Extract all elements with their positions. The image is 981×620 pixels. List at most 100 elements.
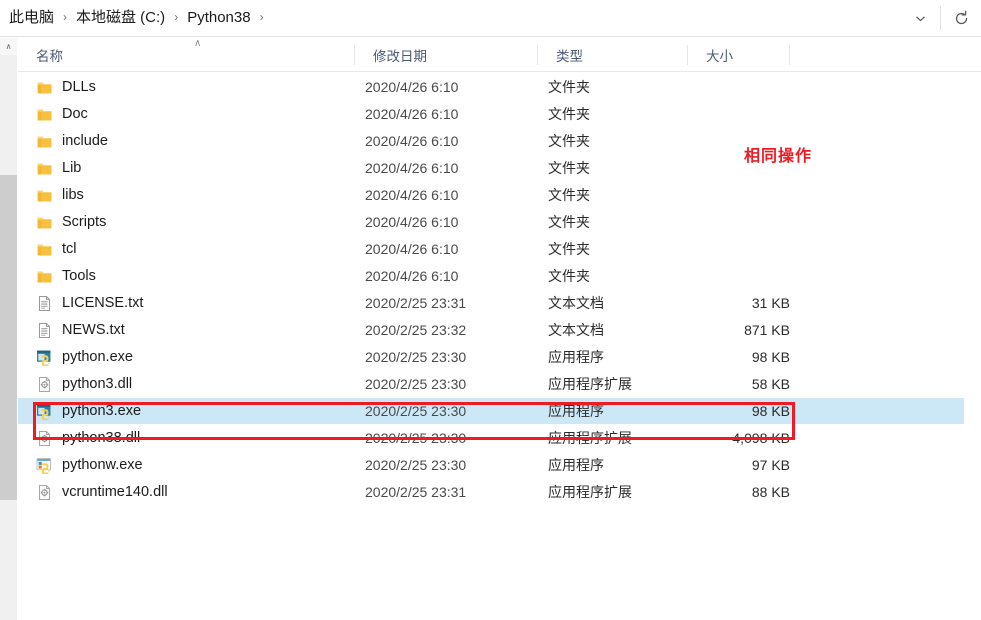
breadcrumb[interactable]: 此电脑 › 本地磁盘 (C:) › Python38 › xyxy=(0,0,900,36)
file-date-cell: 2020/2/25 23:31 xyxy=(365,484,467,500)
table-row[interactable]: DLLs 2020/4/26 6:10 文件夹 xyxy=(18,74,964,100)
file-name-cell[interactable]: Tools xyxy=(36,263,96,289)
refresh-icon[interactable] xyxy=(941,0,981,36)
table-row[interactable]: python38.dll 2020/2/25 23:30 应用程序扩展 4,098 K… xyxy=(18,425,964,451)
table-row[interactable]: Lib 2020/4/26 6:10 文件夹 xyxy=(18,155,964,181)
breadcrumb-separator-icon: › xyxy=(259,10,264,24)
file-name-cell[interactable]: vcruntime140.dll xyxy=(36,479,168,505)
python-exe-icon xyxy=(36,349,53,366)
file-type-cell: 应用程序 xyxy=(548,349,604,365)
file-list[interactable]: DLLs 2020/4/26 6:10 文件夹 Doc 2020/4/26 6:10 文件… xyxy=(18,73,981,620)
file-date-cell: 2020/2/25 23:30 xyxy=(365,376,467,392)
file-type-cell: 应用程序 xyxy=(548,457,604,473)
file-name-label: Lib xyxy=(62,160,82,176)
column-header-type[interactable]: 类型 xyxy=(538,38,688,72)
file-name-label: tcl xyxy=(62,241,77,257)
table-row[interactable]: python3.dll 2020/2/25 23:30 应用程序扩展 58 KB xyxy=(18,371,964,397)
table-row[interactable]: tcl 2020/4/26 6:10 文件夹 xyxy=(18,236,964,262)
file-name-label: Tools xyxy=(62,268,96,284)
file-size-cell: 88 KB xyxy=(751,484,790,500)
table-row[interactable]: libs 2020/4/26 6:10 文件夹 xyxy=(18,182,964,208)
file-name-cell[interactable]: Doc xyxy=(36,101,88,127)
folder-icon xyxy=(36,268,53,285)
breadcrumb-separator-icon: › xyxy=(174,10,179,24)
file-name-cell[interactable]: python3.exe xyxy=(36,398,141,424)
breadcrumb-item-python38[interactable]: Python38 xyxy=(182,6,255,30)
file-date-cell: 2020/4/26 6:10 xyxy=(365,106,459,122)
chevron-down-icon[interactable] xyxy=(900,0,940,36)
annotation-note-same-operation: 相同操作 xyxy=(744,148,813,165)
column-header-size[interactable]: 大小 xyxy=(688,38,790,72)
file-name-cell[interactable]: python38.dll xyxy=(36,425,140,451)
table-row[interactable]: Scripts 2020/4/26 6:10 文件夹 xyxy=(18,209,964,235)
file-name-cell[interactable]: pythonw.exe xyxy=(36,452,143,478)
vertical-scrollbar[interactable]: ∧ xyxy=(0,38,17,620)
column-divider[interactable] xyxy=(789,45,790,65)
file-name-cell[interactable]: tcl xyxy=(36,236,77,262)
scrollbar-thumb[interactable] xyxy=(0,175,17,500)
file-size-cell: 97 KB xyxy=(751,457,790,473)
file-name-label: pythonw.exe xyxy=(62,457,143,473)
file-name-cell[interactable]: libs xyxy=(36,182,84,208)
file-explorer-window: 此电脑 › 本地磁盘 (C:) › Python38 › ∧ 名称 ∧ 修改日期… xyxy=(0,0,981,620)
pythonw-exe-icon xyxy=(36,457,53,474)
folder-icon xyxy=(36,106,53,123)
file-type-cell: 文本文档 xyxy=(548,322,604,338)
file-date-cell: 2020/4/26 6:10 xyxy=(365,160,459,176)
file-type-cell: 文件夹 xyxy=(548,106,590,122)
dll-file-icon xyxy=(36,376,53,393)
file-size-cell: 98 KB xyxy=(751,403,790,419)
scrollbar-up-arrow-icon[interactable]: ∧ xyxy=(0,38,17,55)
file-size-cell xyxy=(678,209,790,235)
table-row[interactable]: include 2020/4/26 6:10 文件夹 xyxy=(18,128,964,154)
file-type-cell: 文件夹 xyxy=(548,214,590,230)
file-name-cell[interactable]: python.exe xyxy=(36,344,133,370)
file-type-cell: 文件夹 xyxy=(548,241,590,257)
file-name-cell[interactable]: DLLs xyxy=(36,74,96,100)
file-size-cell: 4,098 KB xyxy=(732,430,790,446)
table-row[interactable]: LICENSE.txt 2020/2/25 23:31 文本文档 31 KB xyxy=(18,290,964,316)
file-size-cell xyxy=(678,236,790,262)
file-date-cell: 2020/4/26 6:10 xyxy=(365,214,459,230)
table-row[interactable]: NEWS.txt 2020/2/25 23:32 文本文档 871 KB xyxy=(18,317,964,343)
file-name-cell[interactable]: Lib xyxy=(36,155,81,181)
file-name-label: vcruntime140.dll xyxy=(62,484,168,500)
text-file-icon xyxy=(36,322,53,339)
breadcrumb-separator-icon: › xyxy=(63,10,68,24)
breadcrumb-item-local-disk-c[interactable]: 本地磁盘 (C:) xyxy=(71,6,170,30)
table-row[interactable]: vcruntime140.dll 2020/2/25 23:31 应用程序扩展 88 … xyxy=(18,479,964,505)
file-date-cell: 2020/4/26 6:10 xyxy=(365,133,459,149)
table-row[interactable]: python3.exe 2020/2/25 23:30 应用程序 98 KB xyxy=(18,398,964,424)
file-date-cell: 2020/4/26 6:10 xyxy=(365,268,459,284)
breadcrumb-item-this-pc[interactable]: 此电脑 xyxy=(4,6,59,30)
folder-icon xyxy=(36,160,53,177)
file-date-cell: 2020/2/25 23:32 xyxy=(365,322,467,338)
file-type-cell: 文件夹 xyxy=(548,133,590,149)
file-name-label: Doc xyxy=(62,106,88,122)
sort-ascending-icon: ∧ xyxy=(194,38,202,49)
file-name-label: Scripts xyxy=(62,214,107,230)
dll-file-icon xyxy=(36,430,53,447)
table-row[interactable]: Doc 2020/4/26 6:10 文件夹 xyxy=(18,101,964,127)
column-header-row: 名称 ∧ 修改日期 类型 大小 xyxy=(18,38,981,72)
file-name-cell[interactable]: python3.dll xyxy=(36,371,132,397)
column-header-name[interactable]: 名称 ∧ xyxy=(18,38,355,72)
text-file-icon xyxy=(36,295,53,312)
file-name-cell[interactable]: LICENSE.txt xyxy=(36,290,143,316)
file-size-cell xyxy=(678,74,790,100)
file-name-label: LICENSE.txt xyxy=(62,295,144,311)
file-type-cell: 文件夹 xyxy=(548,268,590,284)
file-name-cell[interactable]: NEWS.txt xyxy=(36,317,125,343)
address-bar[interactable]: 此电脑 › 本地磁盘 (C:) › Python38 › xyxy=(0,0,981,37)
table-row[interactable]: Tools 2020/4/26 6:10 文件夹 xyxy=(18,263,964,289)
file-name-cell[interactable]: Scripts xyxy=(36,209,106,235)
table-row[interactable]: pythonw.exe 2020/2/25 23:30 应用程序 97 KB xyxy=(18,452,964,478)
column-header-date-modified[interactable]: 修改日期 xyxy=(355,38,538,72)
file-name-label: include xyxy=(62,133,108,149)
file-name-cell[interactable]: include xyxy=(36,128,108,154)
file-size-cell: 31 KB xyxy=(751,295,790,311)
column-header-date-label: 修改日期 xyxy=(373,49,427,64)
file-size-cell: 98 KB xyxy=(751,349,790,365)
table-row[interactable]: python.exe 2020/2/25 23:30 应用程序 98 KB xyxy=(18,344,964,370)
column-header-size-label: 大小 xyxy=(706,49,733,64)
